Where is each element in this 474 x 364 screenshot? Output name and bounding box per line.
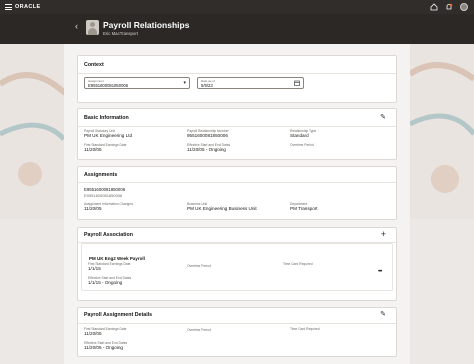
chevron-left-icon[interactable]: ‹: [75, 21, 78, 31]
field-label: Time Card Required: [283, 262, 313, 266]
context-title: Context: [84, 62, 104, 68]
assignment-value: E9551600081850006: [88, 83, 129, 88]
field-value: 11/20/05 - Ongoing: [84, 345, 123, 350]
field-value: 11/20/05: [84, 331, 102, 336]
field-label: Overtime Period: [187, 328, 211, 332]
field-value: 9551600081850006: [187, 133, 228, 138]
field-value: 11/20/05: [84, 147, 102, 152]
field-value: PM Transport: [290, 206, 318, 211]
date-field[interactable]: Date as of 5/9/23: [197, 77, 304, 89]
assignments-card: Assignments: [77, 166, 397, 220]
field-value: Standard: [290, 133, 309, 138]
payroll-assignment-details-title: Payroll Assignment Details: [84, 312, 153, 318]
payroll-association-title: Payroll Association: [84, 232, 133, 238]
field-value: 1/1/15 - Ongoing: [88, 280, 123, 285]
assignments-title: Assignments: [84, 172, 118, 178]
page-title: Payroll Relationships: [103, 20, 190, 30]
field-value: PM UK Engineering Ltd: [84, 133, 133, 138]
home-icon[interactable]: [430, 3, 438, 11]
notifications-icon[interactable]: [445, 3, 453, 11]
payroll-name: PM UK Eng2 Week Payroll: [89, 256, 145, 261]
employee-photo: [86, 20, 99, 35]
assignment-number-secondary: E9551600081850006: [84, 193, 123, 198]
assignment-number[interactable]: E9551600081850006: [84, 187, 125, 192]
page-header: ‹: [0, 14, 474, 44]
field-value: 11/20/05 - Ongoing: [187, 147, 226, 152]
date-value: 5/9/23: [201, 83, 213, 88]
edit-icon[interactable]: ✎: [380, 113, 386, 121]
field-label: Time Card Required: [290, 327, 320, 331]
payroll-assignment-details-card: Payroll Assignment Details ✎: [77, 307, 397, 357]
field-label: Overtime Period: [290, 143, 314, 147]
calendar-icon[interactable]: [294, 80, 300, 88]
field-value: 1/1/15: [88, 266, 101, 271]
assignment-select[interactable]: Assignment E9551600081850006 ▾: [84, 77, 190, 89]
payroll-item[interactable]: PM UK Eng2 Week Payroll •••: [81, 243, 393, 291]
chevron-down-icon[interactable]: ▾: [183, 80, 186, 86]
page-subtitle: Eric MacTransport: [103, 31, 138, 36]
menu-icon[interactable]: [5, 4, 12, 10]
plus-icon[interactable]: +: [381, 229, 386, 239]
global-header: ORACLE: [0, 0, 474, 14]
basic-information-title: Basic Information: [84, 115, 129, 121]
field-value: PM UK Engineering Business Unit: [187, 206, 257, 211]
more-actions-icon[interactable]: •••: [378, 269, 382, 275]
field-value: 11/20/05: [84, 206, 102, 211]
field-label: Overtime Period: [187, 264, 211, 268]
oracle-logo[interactable]: ORACLE: [15, 4, 41, 10]
user-avatar[interactable]: [460, 3, 468, 11]
edit-icon[interactable]: ✎: [380, 310, 386, 318]
